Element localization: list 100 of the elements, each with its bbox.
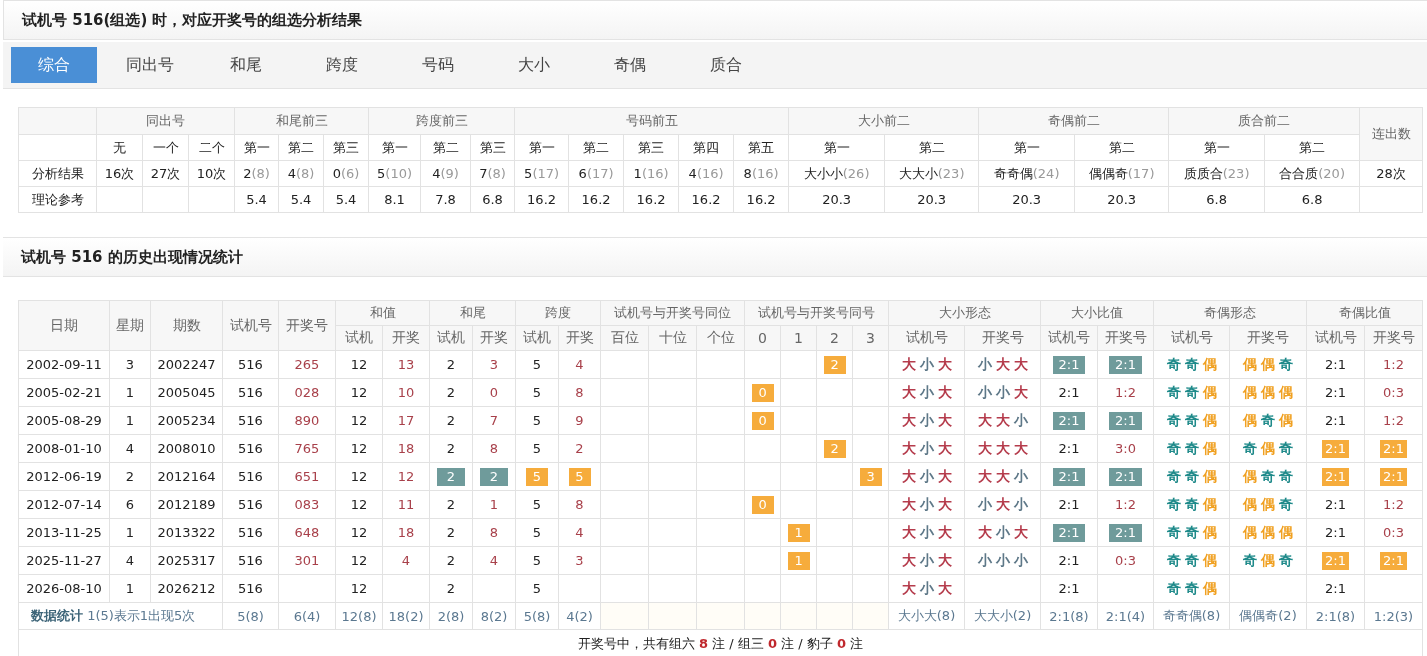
tab[interactable]: 大小 <box>491 47 577 83</box>
table-cell: 2 <box>429 378 473 407</box>
table-cell: 偶 偶 偶 <box>1229 518 1307 547</box>
tab[interactable]: 跨度 <box>299 47 385 83</box>
tab[interactable]: 和尾 <box>203 47 289 83</box>
column-header: 试机号 <box>222 300 279 351</box>
table-cell: 8(2) <box>472 602 516 630</box>
table-cell: 6(17) <box>568 160 624 187</box>
table-cell: 大 小 大 <box>888 378 965 407</box>
tab[interactable]: 号码 <box>395 47 481 83</box>
table-cell: 7.8 <box>420 186 471 213</box>
table-cell: 516 <box>222 518 279 547</box>
table-cell: 4(2) <box>558 602 601 630</box>
row-header: 分析结果 <box>18 160 97 187</box>
table-cell: 516 <box>222 350 279 379</box>
column-header: 跨度 <box>515 300 601 326</box>
table-cell: 0 <box>472 378 516 407</box>
table-cell: 20.3 <box>884 186 979 213</box>
table-cell: 12 <box>335 518 383 547</box>
table-cell: 3 <box>109 350 151 379</box>
table-cell: 2:1(8) <box>1040 602 1098 630</box>
column-header: 大小形态 <box>888 300 1041 326</box>
highlight-badge: 2:1 <box>1052 523 1086 542</box>
result-summary: 开奖号中，共有组六 8 注 / 组三 0 注 / 豹子 0 注 <box>577 635 864 651</box>
table-cell: 5 <box>515 406 559 435</box>
table-cell: 大 小 大 <box>888 406 965 435</box>
column-header: 试机号与开奖号同位 <box>600 300 745 326</box>
table-cell: 12 <box>382 462 430 491</box>
table-cell: 12 <box>335 434 383 463</box>
table-cell: 2:1 <box>1306 490 1365 519</box>
table-cell: 1(16) <box>623 160 679 187</box>
tab[interactable]: 质合 <box>683 47 769 83</box>
table-cell: 18 <box>382 434 430 463</box>
column-header: 大小前二 <box>788 107 979 135</box>
highlight-badge: 2:1 <box>1109 467 1142 486</box>
table-cell: 12 <box>335 490 383 519</box>
table-cell: 2 <box>429 518 473 547</box>
table-cell: 奇 奇 偶 <box>1153 434 1230 463</box>
table-cell: 2012189 <box>150 490 223 519</box>
table-cell: 18(2) <box>382 602 430 630</box>
column-header: 期数 <box>150 300 223 351</box>
table-cell: 2 <box>558 434 601 463</box>
table-cell: 5.4 <box>323 186 369 213</box>
table-cell: 17 <box>382 406 430 435</box>
table-cell: 2:1 <box>1040 574 1098 603</box>
column-header: 日期 <box>18 300 110 351</box>
table-cell: 1 <box>472 490 516 519</box>
table-cell: 小 大 大 <box>964 350 1041 379</box>
table-cell: 合合质(20) <box>1264 160 1360 187</box>
highlight-badge: 3 <box>859 467 882 486</box>
table-cell: 4 <box>109 546 151 575</box>
table-cell: 516 <box>222 378 279 407</box>
table-cell: 2012-07-14 <box>18 490 110 519</box>
table-cell: 2012-06-19 <box>18 462 110 491</box>
table-cell: 12 <box>335 546 383 575</box>
table-cell: 2:1 <box>1040 490 1098 519</box>
table-cell: 1:2 <box>1097 490 1154 519</box>
table-cell: 4(9) <box>420 160 471 187</box>
section-title: 试机号 516(组选) 时，对应开奖号的组选分析结果 <box>22 10 363 30</box>
table-cell: 4(16) <box>678 160 734 187</box>
table-cell: 5 <box>515 434 559 463</box>
table-cell: 奇奇偶(8) <box>1153 602 1230 630</box>
table-cell: 偶 偶 奇 <box>1229 490 1307 519</box>
tab[interactable]: 同出号 <box>107 47 193 83</box>
table-cell: 6.8 <box>1264 186 1360 213</box>
table-cell: 4 <box>472 546 516 575</box>
table-cell: 12 <box>335 462 383 491</box>
table-cell: 奇 奇 偶 <box>1153 462 1230 491</box>
table-cell: 2 <box>429 574 473 603</box>
table-cell: 奇 奇 偶 <box>1153 518 1230 547</box>
table-cell: 2:1 <box>1306 350 1365 379</box>
table-cell: 5 <box>515 378 559 407</box>
column-header: 奇偶形态 <box>1153 300 1307 326</box>
section-title: 试机号 516 的历史出现情况统计 <box>21 247 243 267</box>
highlight-badge: 0 <box>751 411 774 430</box>
table-cell: 516 <box>222 490 279 519</box>
highlight-badge: 2:1 <box>1052 411 1086 430</box>
column-header: 和尾 <box>429 300 516 326</box>
table-cell: 2025317 <box>150 546 223 575</box>
table-cell: 5.4 <box>234 186 279 213</box>
table-cell: 10 <box>382 378 430 407</box>
table-cell: 3 <box>558 546 601 575</box>
table-cell: 偶 奇 偶 <box>1229 406 1307 435</box>
table-cell: 奇 奇 偶 <box>1153 546 1230 575</box>
table-cell: 大 小 大 <box>964 518 1041 547</box>
column-header: 第一 <box>788 134 885 161</box>
table-cell: 27次 <box>142 160 189 187</box>
table-cell: 偶 偶 偶 <box>1229 378 1307 407</box>
column-header: 奇偶比值 <box>1306 300 1423 326</box>
table-cell: 5(8) <box>222 602 279 630</box>
table-cell: 奇 奇 偶 <box>1153 574 1230 603</box>
table-cell: 奇奇偶(24) <box>978 160 1075 187</box>
table-cell: 2008010 <box>150 434 223 463</box>
tab[interactable]: 奇偶 <box>587 47 673 83</box>
table-cell: 2002-09-11 <box>18 350 110 379</box>
highlight-badge: 2:1 <box>1322 439 1349 458</box>
table-cell: 2:1 <box>1040 546 1098 575</box>
table-cell: 2 <box>109 462 151 491</box>
table-cell: 2012164 <box>150 462 223 491</box>
table-cell: 4 <box>382 546 430 575</box>
